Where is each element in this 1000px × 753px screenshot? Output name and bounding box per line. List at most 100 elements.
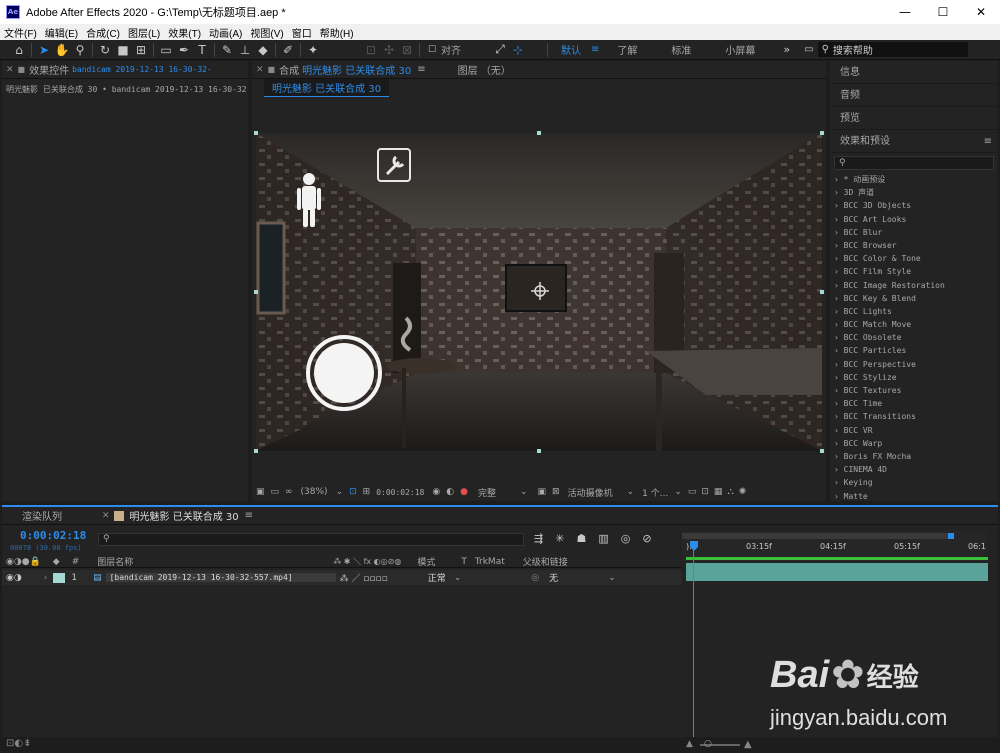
roto-brush-tool-icon[interactable]: ✐ bbox=[279, 41, 297, 59]
pickwhip-icon[interactable]: ◎ bbox=[531, 573, 539, 583]
list-item[interactable]: › BCC Blur bbox=[830, 226, 998, 239]
menu-edit[interactable]: 编辑(E) bbox=[41, 25, 82, 40]
clone-stamp-tool-icon[interactable]: ⊥ bbox=[236, 41, 254, 59]
list-item[interactable]: › BCC Stylize bbox=[830, 371, 998, 384]
transparency-grid-icon[interactable]: ⊠ bbox=[552, 487, 560, 497]
minimize-button[interactable]: — bbox=[886, 5, 924, 19]
layer-parent-select[interactable]: 无 bbox=[549, 571, 558, 584]
work-area-bar[interactable] bbox=[682, 533, 952, 539]
layer-mode-select[interactable]: 正常 bbox=[428, 571, 446, 584]
menu-view[interactable]: 视图(V) bbox=[246, 25, 287, 40]
layer-switch-icons[interactable]: ⁂ ／ ▫▫▫▫ bbox=[340, 571, 388, 584]
close-button[interactable]: ✕ bbox=[962, 5, 1000, 19]
col-layer-name-header[interactable]: 图层名称 bbox=[97, 555, 133, 568]
zoom-slider-handle[interactable]: ○ bbox=[704, 739, 712, 749]
zoom-in-icon[interactable]: ▲ bbox=[744, 739, 752, 750]
list-item[interactable]: › Boris FX Mocha bbox=[830, 450, 998, 463]
always-preview-icon[interactable]: ▣ bbox=[256, 487, 265, 497]
graph-editor-icon[interactable]: ⊘ bbox=[642, 532, 651, 545]
menu-help[interactable]: 帮助(H) bbox=[316, 25, 358, 40]
transform-handle[interactable] bbox=[254, 290, 258, 294]
effect-controls-file[interactable]: bandicam 2019-12-13 16-30-32- bbox=[72, 65, 212, 74]
menu-animation[interactable]: 动画(A) bbox=[205, 25, 246, 40]
magnification-select[interactable]: (38%) bbox=[301, 487, 328, 497]
close-comp-tab-icon[interactable]: ✕ bbox=[256, 65, 264, 75]
lock-icon[interactable]: ■ bbox=[18, 65, 26, 74]
comp-mini-flowchart-icon[interactable]: ⇶ bbox=[534, 532, 543, 545]
effect-controls-tab[interactable]: 效果控件 bbox=[29, 62, 69, 77]
list-item[interactable]: › BCC Image Restoration bbox=[830, 279, 998, 292]
local-axis-icon[interactable]: ⊡ bbox=[362, 41, 380, 59]
maximize-button[interactable]: ☐ bbox=[924, 5, 962, 19]
list-item[interactable]: › * 动画预设 bbox=[830, 173, 998, 186]
workspace-default[interactable]: 默认 bbox=[551, 42, 591, 57]
resolution-select[interactable]: 完整 bbox=[478, 486, 496, 499]
frame-blending-icon[interactable]: ▥ bbox=[598, 532, 608, 545]
transform-handle[interactable] bbox=[820, 290, 824, 294]
layer-name[interactable]: [bandicam 2019-12-13 16-30-32-557.mp4] bbox=[105, 573, 336, 582]
list-item[interactable]: › Matte bbox=[830, 490, 998, 503]
list-item[interactable]: › BCC Warp bbox=[830, 437, 998, 450]
list-item[interactable]: › BCC Perspective bbox=[830, 358, 998, 371]
world-axis-icon[interactable]: ✣ bbox=[380, 41, 398, 59]
playhead-line[interactable] bbox=[693, 541, 694, 739]
pan-behind-tool-icon[interactable]: ⊞ bbox=[132, 41, 150, 59]
pen-tool-icon[interactable]: ✒ bbox=[175, 41, 193, 59]
view-axis-icon[interactable]: ⊠ bbox=[398, 41, 416, 59]
comp-tab-menu-icon[interactable]: ≡ bbox=[417, 64, 425, 75]
menu-layer[interactable]: 图层(L) bbox=[124, 25, 164, 40]
list-item[interactable]: › BCC Color & Tone bbox=[830, 252, 998, 265]
zoom-out-icon[interactable]: ▲ bbox=[686, 739, 693, 749]
flowchart-icon[interactable]: ⛬ bbox=[727, 487, 733, 497]
list-item[interactable]: › BCC Particles bbox=[830, 344, 998, 357]
rotate-tool-icon[interactable]: ↻ bbox=[96, 41, 114, 59]
home-icon[interactable]: ⌂ bbox=[10, 41, 28, 59]
fast-preview-icon[interactable]: ▣ bbox=[538, 487, 547, 497]
render-queue-tab[interactable]: 渲染队列 bbox=[22, 508, 62, 523]
layer-tab[interactable]: 图层 （无） bbox=[458, 62, 511, 77]
workspace-more-icon[interactable]: » bbox=[783, 43, 790, 56]
reset-exposure-icon[interactable]: ⊡ bbox=[701, 487, 709, 497]
transform-handle[interactable] bbox=[820, 449, 824, 453]
effects-presets-header[interactable]: 效果和预设 ≡ bbox=[830, 130, 998, 153]
transform-handle[interactable] bbox=[820, 131, 824, 135]
show-snapshot-icon[interactable]: ◐ bbox=[446, 487, 454, 497]
region-of-interest-icon[interactable]: ⊡ bbox=[349, 487, 357, 497]
list-item[interactable]: › BCC Transitions bbox=[830, 410, 998, 423]
layer-visibility-icon[interactable]: ◉◑ bbox=[6, 573, 22, 583]
list-item[interactable]: › BCC Film Style bbox=[830, 265, 998, 278]
type-tool-icon[interactable]: T bbox=[193, 41, 211, 59]
list-item[interactable]: › BCC Textures bbox=[830, 384, 998, 397]
list-item[interactable]: › BCC Browser bbox=[830, 239, 998, 252]
comp-lock-icon[interactable]: ■ bbox=[268, 65, 276, 74]
motion-blur-icon[interactable]: ◎ bbox=[621, 532, 631, 545]
toggle-pixel-icon[interactable]: ▭ bbox=[688, 487, 697, 497]
camera-select[interactable]: 活动摄像机 bbox=[568, 486, 613, 499]
list-item[interactable]: › BCC Lights bbox=[830, 305, 998, 318]
list-item[interactable]: › Keying bbox=[830, 476, 998, 489]
workspace-learn[interactable]: 了解 bbox=[607, 42, 647, 57]
snap-feather-icon[interactable]: ⊹ bbox=[509, 41, 527, 59]
audio-panel-header[interactable]: 音频 bbox=[830, 84, 998, 107]
monitor-icon[interactable]: ▭ bbox=[271, 487, 280, 497]
timeline-menu-icon[interactable]: ≡ bbox=[245, 510, 253, 521]
menu-composition[interactable]: 合成(C) bbox=[82, 25, 124, 40]
timeline-icon[interactable]: ▦ bbox=[714, 487, 723, 497]
layer-label-color[interactable] bbox=[53, 572, 66, 583]
list-item[interactable]: › BCC Obsolete bbox=[830, 331, 998, 344]
transform-handle[interactable] bbox=[537, 131, 541, 135]
list-item[interactable]: › BCC Key & Blend bbox=[830, 292, 998, 305]
workspace-small-screen[interactable]: 小屏幕 bbox=[715, 42, 765, 57]
exposure-icon[interactable]: ✺ bbox=[739, 487, 747, 497]
workspace-standard[interactable]: 标准 bbox=[661, 42, 701, 57]
vr-glasses-icon[interactable]: ∞ bbox=[285, 487, 293, 497]
status-toggle-icons[interactable]: ⊡◐⇟ bbox=[6, 738, 31, 749]
timeline-search-input[interactable]: ⚲ bbox=[98, 533, 524, 546]
snapshot-icon[interactable]: ◉ bbox=[432, 487, 440, 497]
work-area-end-handle[interactable] bbox=[948, 533, 954, 539]
panel-menu-icon[interactable]: ≡ bbox=[984, 130, 992, 152]
list-item[interactable]: › BCC Art Looks bbox=[830, 213, 998, 226]
viewer-timecode[interactable]: 0:00:02:18 bbox=[376, 488, 424, 497]
menu-window[interactable]: 窗口 bbox=[288, 25, 316, 40]
list-item[interactable]: › BCC Time bbox=[830, 397, 998, 410]
